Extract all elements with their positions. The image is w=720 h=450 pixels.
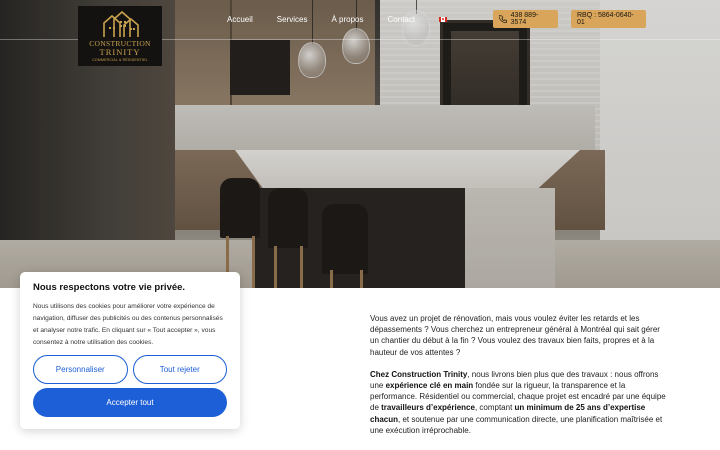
intro-paragraph-1: Vous avez un projet de rénovation, mais … [370, 314, 660, 357]
reject-all-button[interactable]: Tout rejeter [132, 355, 227, 384]
nav-contact[interactable]: Contact [388, 15, 416, 24]
cookie-title: Nous respectons votre vie privée. [33, 282, 186, 293]
text: , comptant [474, 403, 515, 413]
nav-accueil[interactable]: Accueil [227, 15, 253, 24]
text-strong: Chez Construction Trinity [370, 369, 468, 379]
text-strong: travailleurs d’expérience [381, 403, 475, 413]
main-nav: Accueil Services À propos Contact [227, 0, 471, 38]
nav-label: Services [276, 14, 308, 24]
nav-a-propos[interactable]: À propos [331, 15, 363, 24]
customize-button[interactable]: Personnaliser [33, 355, 128, 384]
text: , et soutenue par une communication dire… [370, 414, 663, 435]
canada-flag-icon [439, 16, 448, 22]
phone-button[interactable]: 438 889-3574 [493, 10, 558, 28]
phone-icon [499, 15, 507, 23]
intro-section: Vous avez un projet de rénovation, mais … [370, 313, 670, 436]
site-header: CONSTRUCTION TRINITY COMMERCIAL & RÉSIDE… [0, 0, 720, 66]
brand-tagline: COMMERCIAL & RÉSIDENTIEL [92, 58, 148, 62]
language-switcher[interactable] [439, 16, 448, 22]
house-logo-icon [103, 11, 139, 37]
logo[interactable]: CONSTRUCTION TRINITY COMMERCIAL & RÉSIDE… [78, 6, 162, 66]
phone-label: 438 889-3574 [510, 12, 539, 26]
text-strong: expérience clé en main [385, 381, 474, 391]
cookie-consent-dialog: Nous respectons votre vie privée. Nous u… [20, 272, 240, 429]
intro-paragraph-2: Chez Construction Trinity, nous livrons … [370, 369, 670, 436]
rbq-label: RBQ : 5864-0640-01 [577, 12, 634, 26]
cookie-description: Nous utilisons des cookies pour améliore… [33, 303, 223, 346]
brand-name-2: TRINITY [99, 47, 141, 57]
rbq-button[interactable]: RBQ : 5864-0640-01 [571, 10, 646, 28]
nav-services[interactable]: Services [277, 15, 308, 24]
nav-label: À propos [331, 14, 364, 24]
nav-label: Contact [387, 14, 416, 24]
accept-all-button[interactable]: Accepter tout [33, 388, 227, 417]
nav-label: Accueil [227, 14, 253, 24]
